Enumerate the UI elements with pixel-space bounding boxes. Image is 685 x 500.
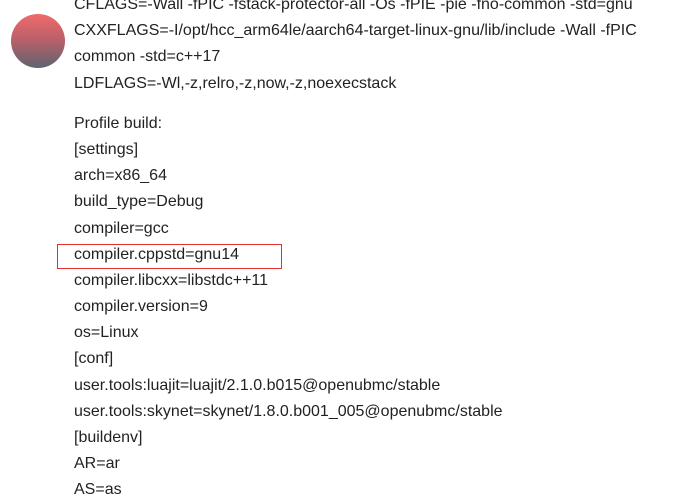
avatar[interactable] — [11, 14, 65, 68]
post-line: CXXFLAGS=-I/opt/hcc_arm64le/aarch64-targ… — [74, 22, 637, 40]
post-line: common -std=c++17 — [74, 48, 221, 66]
post-line: arch=x86_64 — [74, 167, 167, 185]
post-line: compiler=gcc — [74, 219, 169, 237]
post-line: [conf] — [74, 350, 114, 368]
post-line: build_type=Debug — [74, 193, 204, 211]
post-line: Profile build: — [74, 114, 163, 132]
post-line: user.tools:luajit=luajit/2.1.0.b015@open… — [74, 376, 441, 394]
post-body: CFLAGS=-Wall -fPIC -fstack-protector-all… — [74, 0, 685, 500]
post-line: user.tools:skynet=skynet/1.8.0.b001_005@… — [74, 402, 503, 420]
post-line: [buildenv] — [74, 429, 143, 446]
post-line: [settings] — [74, 140, 139, 158]
post-line: os=Linux — [74, 324, 139, 342]
post-line: CFLAGS=-Wall -fPIC -fstack-protector-all… — [74, 0, 633, 13]
post-line: AS=as — [74, 481, 122, 499]
post-line: compiler.version=9 — [74, 298, 208, 316]
highlighted-line: compiler.cppstd=gnu14 — [74, 245, 239, 263]
post-line: AR=ar — [74, 455, 120, 473]
post-line: LDFLAGS=-Wl,-z,relro,-z,now,-z,noexecsta… — [74, 74, 397, 92]
post-line: compiler.libcxx=libstdc++11 — [74, 271, 269, 289]
